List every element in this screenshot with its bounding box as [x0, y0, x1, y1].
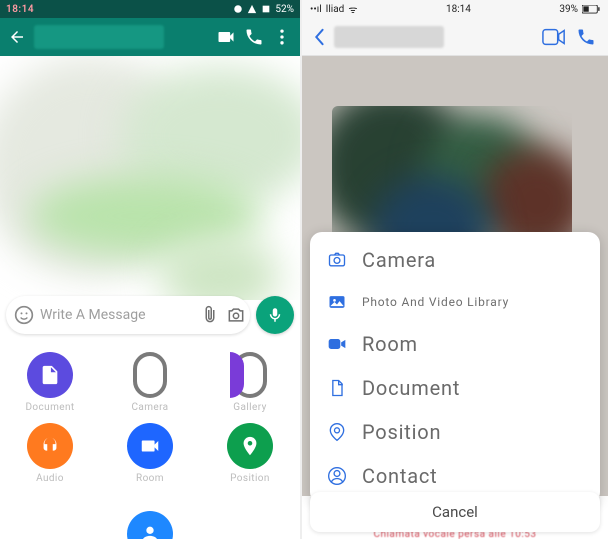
android-screen: 18:14 52%: [0, 0, 302, 539]
sheet-photo-library[interactable]: Photo And Video Library: [310, 282, 600, 322]
ios-status-bar: ••ıl Iliad ᯤ 18:14 39%: [302, 0, 608, 18]
voice-call-icon[interactable]: [244, 27, 264, 47]
android-input-row: Write A Message: [6, 296, 294, 334]
ios-attach-sheet: Camera Photo And Video Library Room Docu…: [310, 232, 600, 504]
attach-icon[interactable]: [200, 305, 220, 325]
carrier-label: ••ıl Iliad ᯤ: [310, 2, 357, 16]
video-call-icon[interactable]: [216, 27, 236, 47]
attach-gallery[interactable]: Gallery: [210, 352, 290, 413]
battery-indicator: 39%: [559, 4, 600, 15]
voice-call-icon[interactable]: [574, 27, 598, 47]
message-input[interactable]: Write A Message: [6, 296, 250, 334]
back-arrow-icon[interactable]: [8, 28, 26, 46]
camera-ring-icon: [133, 352, 167, 398]
contact-name-blurred[interactable]: [334, 26, 444, 48]
attach-room[interactable]: Room: [110, 423, 190, 484]
ios-status-time: 18:14: [446, 4, 471, 15]
android-chat-header: [0, 18, 300, 56]
camera-icon[interactable]: [226, 305, 246, 325]
back-chevron-icon[interactable]: [312, 28, 326, 46]
sheet-cancel-button[interactable]: Cancel: [310, 492, 600, 532]
gallery-peek-icon: [230, 352, 244, 398]
attach-contact[interactable]: [127, 511, 173, 539]
message-placeholder: Write A Message: [40, 307, 194, 323]
video-call-icon[interactable]: [542, 27, 566, 47]
more-menu-icon[interactable]: [272, 27, 292, 47]
attach-position[interactable]: Position: [210, 423, 290, 484]
attach-audio[interactable]: Audio: [10, 423, 90, 484]
ios-screen: ••ıl Iliad ᯤ 18:14 39%: [302, 0, 608, 539]
android-status-bar: 18:14 52%: [0, 0, 300, 18]
attach-camera[interactable]: Camera: [110, 352, 190, 413]
ios-chat-header: [302, 18, 608, 56]
sheet-document[interactable]: Document: [310, 366, 600, 410]
status-time: 18:14: [6, 4, 34, 15]
android-attach-sheet: Document Camera Gallery Audio Room: [0, 338, 300, 539]
android-chat-area[interactable]: [0, 56, 300, 300]
status-icons: 52%: [233, 4, 294, 15]
sheet-camera[interactable]: Camera: [310, 238, 600, 282]
attach-document[interactable]: Document: [10, 352, 90, 413]
contact-name-blurred[interactable]: [34, 25, 164, 49]
sheet-room[interactable]: Room: [310, 322, 600, 366]
sheet-position[interactable]: Position: [310, 410, 600, 454]
emoji-icon[interactable]: [14, 305, 34, 325]
mic-send-button[interactable]: [256, 296, 294, 334]
